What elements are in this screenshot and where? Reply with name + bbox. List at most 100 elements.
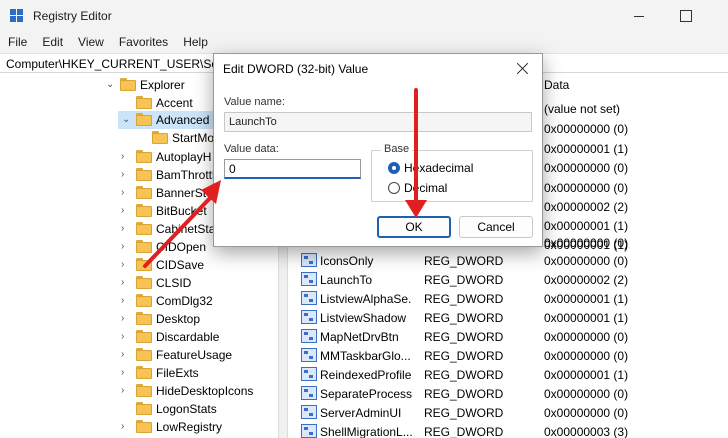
value-name: MapNetDrvBtn (320, 330, 399, 344)
dword-value-icon (301, 348, 317, 362)
tree-item-lowregistry[interactable]: › LowRegistry (0, 418, 270, 436)
menu-help[interactable]: Help (175, 32, 215, 53)
folder-icon (136, 294, 152, 307)
maximize-button[interactable] (662, 0, 708, 32)
tree-item-label: BamThrottl (156, 168, 215, 182)
tree-item-label: CabinetStat (156, 222, 219, 236)
value-data: 0x00000000 (0) (544, 387, 629, 401)
tree-item-label: FeatureUsage (156, 348, 233, 362)
chevron-right-icon[interactable]: › (121, 224, 131, 234)
dword-value-icon (301, 329, 317, 343)
cancel-button[interactable]: Cancel (459, 216, 533, 238)
folder-icon (136, 240, 152, 253)
value-name-label: Value name: (224, 96, 285, 108)
menu-bar: File Edit View Favorites Help (0, 32, 728, 53)
tree-item-fileexts[interactable]: › FileExts (0, 364, 270, 382)
tree-item-label: Accent (156, 96, 193, 110)
tree-item-label: Desktop (156, 312, 201, 326)
tree-item-logonstats[interactable]: LogonStats (0, 400, 270, 418)
chevron-right-icon[interactable]: › (121, 314, 131, 324)
menu-edit[interactable]: Edit (34, 32, 70, 53)
value-name: ShellMigrationL... (320, 425, 412, 438)
folder-icon (136, 348, 152, 361)
tree-item-label: FileExts (156, 366, 199, 380)
values-row[interactable]: MMTaskbarGlo... REG_DWORD 0x00000000 (0) (289, 346, 728, 365)
values-row[interactable]: ReindexedProfile REG_DWORD 0x00000001 (1… (289, 365, 728, 384)
tree-item-comdlg32[interactable]: › ComDlg32 (0, 292, 270, 310)
value-type: REG_DWORD (424, 292, 504, 306)
tree-item-label: BitBucket (156, 204, 207, 218)
close-icon[interactable] (514, 60, 532, 78)
chevron-right-icon[interactable]: › (121, 260, 131, 270)
values-row[interactable]: MapNetDrvBtn REG_DWORD 0x00000000 (0) (289, 327, 728, 346)
folder-icon (136, 312, 152, 325)
tree-item-discardable[interactable]: › Discardable (0, 328, 270, 346)
chevron-right-icon[interactable]: › (121, 188, 131, 198)
value-data: 0x00000000 (0) (544, 349, 629, 363)
radio-checked-icon[interactable] (388, 162, 400, 174)
value-type: REG_DWORD (424, 387, 504, 401)
column-header-data[interactable]: Data (544, 78, 569, 92)
folder-icon (136, 222, 152, 235)
tree-item-label: CIDSave (156, 258, 205, 272)
values-row[interactable]: SeparateProcess REG_DWORD 0x00000000 (0) (289, 384, 728, 403)
value-data: 0x00000000 (0) (544, 161, 629, 175)
radio-label: Decimal (404, 181, 448, 195)
value-type: REG_DWORD (424, 254, 504, 268)
chevron-right-icon[interactable]: › (121, 170, 131, 180)
menu-favorites[interactable]: Favorites (111, 32, 175, 53)
folder-icon (136, 420, 152, 433)
window-title: Registry Editor (33, 9, 112, 23)
tree-item-desktop[interactable]: › Desktop (0, 310, 270, 328)
chevron-down-icon[interactable]: ⌄ (106, 80, 116, 90)
folder-icon (136, 402, 152, 415)
value-data-input[interactable] (224, 159, 361, 179)
chevron-right-icon[interactable]: › (121, 332, 131, 342)
chevron-right-icon[interactable]: › (121, 368, 131, 378)
tree-item-cidsave[interactable]: › CIDSave (0, 256, 270, 274)
chevron-right-icon[interactable]: › (121, 278, 131, 288)
tree-item-label: StartMo (172, 131, 215, 145)
folder-icon (120, 78, 136, 91)
menu-file[interactable]: File (0, 32, 34, 53)
chevron-right-icon[interactable]: › (121, 296, 131, 306)
chevron-right-icon[interactable]: › (121, 242, 131, 252)
tree-item-featureusage[interactable]: › FeatureUsage (0, 346, 270, 364)
tree-item-hidedesktopicons[interactable]: › HideDesktopIcons (0, 382, 270, 400)
dword-value-icon (301, 291, 317, 305)
radio-unchecked-icon[interactable] (388, 182, 400, 194)
folder-icon (136, 186, 152, 199)
values-row[interactable]: ListviewAlphaSe... REG_DWORD 0x00000001 … (289, 289, 728, 308)
value-name: ReindexedProfile (320, 368, 412, 382)
chevron-right-icon[interactable]: › (121, 386, 131, 396)
tree-item-clsid[interactable]: › CLSID (0, 274, 270, 292)
folder-icon (136, 204, 152, 217)
values-row[interactable]: ShellMigrationL... REG_DWORD 0x00000003 … (289, 422, 728, 438)
value-name: SeparateProcess (320, 387, 412, 401)
ok-button[interactable]: OK (377, 216, 451, 238)
folder-icon (136, 366, 152, 379)
dword-value-icon (301, 405, 317, 419)
value-type: REG_DWORD (424, 311, 504, 325)
menu-view[interactable]: View (70, 32, 111, 53)
dword-value-icon (301, 386, 317, 400)
value-data-label: Value data: (224, 143, 279, 155)
values-row-launchto[interactable]: LaunchTo REG_DWORD 0x00000002 (2) (289, 270, 728, 289)
address-path[interactable]: Computer\HKEY_CURRENT_USER\Softw (6, 57, 233, 71)
chevron-right-icon[interactable]: › (121, 350, 131, 360)
folder-icon (136, 168, 152, 181)
folder-icon (136, 258, 152, 271)
values-row[interactable]: ListviewShadow REG_DWORD 0x00000001 (1) (289, 308, 728, 327)
value-data: 0x00000000 (0) (544, 254, 629, 268)
values-row[interactable]: ServerAdminUI REG_DWORD 0x00000000 (0) (289, 403, 728, 422)
minimize-button[interactable] (616, 0, 662, 32)
value-name: MMTaskbarGlo... (320, 349, 411, 363)
chevron-right-icon[interactable]: › (121, 206, 131, 216)
dialog-title-bar[interactable]: Edit DWORD (32-bit) Value (214, 54, 542, 84)
values-row[interactable]: IconsOnly REG_DWORD 0x00000000 (0) (289, 251, 728, 270)
folder-icon (136, 96, 152, 109)
chevron-right-icon[interactable]: › (121, 152, 131, 162)
chevron-right-icon[interactable]: › (121, 422, 131, 432)
edit-dword-dialog: Edit DWORD (32-bit) Value Value name: La… (213, 53, 543, 247)
chevron-down-icon[interactable]: ⌄ (122, 115, 132, 125)
